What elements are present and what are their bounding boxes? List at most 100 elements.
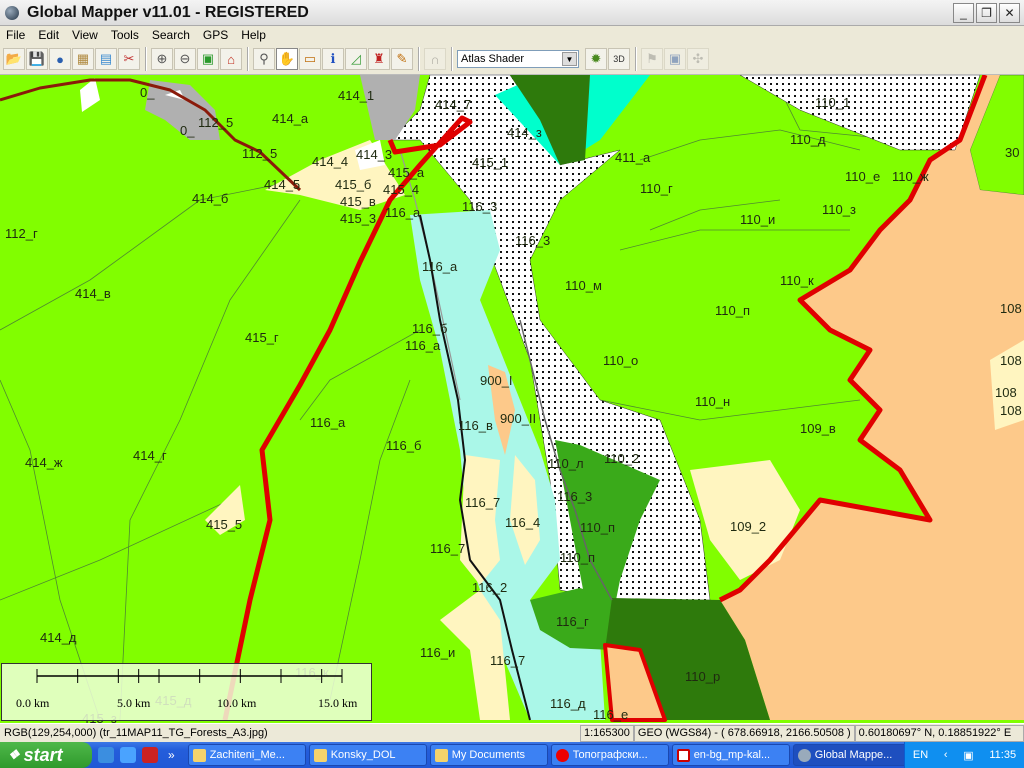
layers-icon: ▤ — [99, 51, 113, 66]
parcel-label: 116_2 — [472, 580, 507, 595]
menu-search[interactable]: Search — [146, 28, 197, 42]
measure-button[interactable]: ▭ — [299, 48, 321, 70]
parcel-label: 415_1 — [472, 155, 508, 170]
parcel-label: 110_е — [845, 169, 880, 184]
scale-label: 10.0 km — [217, 696, 257, 710]
clearing — [80, 78, 100, 112]
parcel-label: 116_7 — [490, 653, 525, 668]
parcel-label: 116_7 — [465, 495, 500, 510]
menu-gps[interactable]: GPS — [197, 28, 235, 42]
toolbar-separator — [247, 47, 249, 71]
uk-flag-icon[interactable] — [142, 747, 158, 763]
gps-button[interactable]: ✣ — [687, 48, 709, 70]
task-pdf[interactable]: en-bg_mp-kal... — [671, 744, 790, 766]
parcel-label: 0_ — [180, 123, 195, 138]
parcel-label: 116_в — [458, 418, 493, 433]
path-profile-button[interactable]: ♜ — [368, 48, 390, 70]
window-title: Global Mapper v11.01 - REGISTERED — [27, 3, 309, 21]
parcel-label: 415_г — [245, 330, 279, 345]
parcel-label: 414_5 — [264, 177, 300, 192]
chevron-down-icon[interactable]: ▼ — [562, 52, 577, 66]
menu-view[interactable]: View — [66, 28, 105, 42]
parcel-label: 30 — [1005, 145, 1019, 160]
shader-value: Atlas Shader — [461, 53, 524, 65]
zoom-out-button[interactable]: ⊖ — [174, 48, 196, 70]
measure-icon: ▭ — [303, 51, 317, 66]
digitizer-button[interactable]: ◿ — [345, 48, 367, 70]
map-view[interactable]: 0_ 0_ 112_5 414_а 414_1 414_7 414_з 112_5 414_4 4… — [0, 75, 1024, 723]
internet-explorer-icon[interactable] — [120, 747, 136, 763]
shader-dropdown[interactable]: Atlas Shader ▼ — [457, 50, 579, 68]
3d-view-disabled-button[interactable]: ∩ — [424, 48, 446, 70]
menu-help[interactable]: Help — [235, 28, 273, 42]
globe-icon: ● — [56, 51, 64, 67]
toolbar-separator — [451, 47, 453, 71]
parcel-label: 109_2 — [730, 519, 766, 534]
menu-tools[interactable]: Tools — [105, 28, 146, 42]
3d-view-disabled-icon: ∩ — [430, 51, 440, 67]
scale-bar: 0.0 km 5.0 km 10.0 km 15.0 km — [1, 663, 372, 721]
3d-view-button[interactable]: 3D — [608, 48, 630, 70]
zoom-out-icon: ⊖ — [179, 51, 191, 66]
parcel-label: 116_а — [405, 338, 441, 353]
restore-button[interactable]: ❐ — [976, 3, 997, 23]
pdf-icon — [676, 748, 690, 762]
task-my-documents[interactable]: My Documents — [429, 744, 548, 766]
task-global-mapper[interactable]: Global Mappe... — [792, 744, 911, 766]
clock: 11:35 — [989, 749, 1017, 761]
toolbar-separator — [635, 47, 637, 71]
more-quicklaunch-button[interactable]: » — [168, 748, 175, 762]
start-button[interactable]: ❖ start — [0, 742, 92, 768]
toolbar-separator — [145, 47, 147, 71]
pan-hand-icon: ✋ — [278, 51, 296, 66]
home-button[interactable]: ⌂ — [220, 48, 242, 70]
minimize-button[interactable]: _ — [953, 3, 974, 23]
map-canvas[interactable]: 0_0_112_5 414_а414_1414_7414_з112_5414_4 4… — [0, 75, 1024, 723]
scale-label: 15.0 km — [318, 696, 358, 710]
network-icon[interactable]: ▣ — [963, 749, 973, 762]
task-zachiteni[interactable]: Zachiteni_Me... — [187, 744, 306, 766]
parcel-label: 414_в — [75, 286, 111, 301]
parcel-boundary — [619, 229, 850, 251]
parcel-label: 414_1 — [338, 88, 374, 103]
menu-file[interactable]: File — [0, 28, 32, 42]
digitizer-icon: ◿ — [351, 51, 361, 66]
save-button[interactable]: 💾 — [26, 48, 48, 70]
task-konsky-dol[interactable]: Konsky_DOL — [308, 744, 427, 766]
flag-icon: ⚑ — [646, 51, 658, 66]
edit-button[interactable]: ✎ — [391, 48, 413, 70]
parcel-label: 414_7 — [435, 97, 471, 112]
language-indicator[interactable]: EN — [913, 749, 928, 761]
zoom-tool-button[interactable]: ⚲ — [253, 48, 275, 70]
parcel-label: 110_1 — [815, 95, 850, 110]
tools-button[interactable]: ✂ — [118, 48, 140, 70]
ie-settings-icon[interactable] — [98, 747, 114, 763]
parcel-label: 414_д — [40, 630, 77, 645]
open-button[interactable]: 📂 — [3, 48, 25, 70]
parcel-label: 112_г — [5, 226, 38, 241]
parcel-label: 110_л — [548, 456, 584, 471]
task-opera[interactable]: Топографски... — [550, 744, 669, 766]
close-button[interactable]: ✕ — [999, 3, 1020, 23]
pan-hand-button[interactable]: ✋ — [276, 48, 298, 70]
zoom-in-button[interactable]: ⊕ — [151, 48, 173, 70]
parcel-label: 415_3 — [340, 211, 376, 226]
parcel-label: 108 — [995, 385, 1017, 400]
layers-button[interactable]: ▤ — [95, 48, 117, 70]
config-icon: ▦ — [76, 51, 90, 66]
config-button[interactable]: ▦ — [72, 48, 94, 70]
parcel-label: 414_б — [192, 191, 228, 206]
globe-button[interactable]: ● — [49, 48, 71, 70]
parcel-label: 110_д — [790, 132, 826, 147]
menu-edit[interactable]: Edit — [32, 28, 66, 42]
parcel-label: 116_и — [420, 645, 455, 660]
parcel-label: 108 — [1000, 301, 1022, 316]
feature-info-button[interactable]: ℹ — [322, 48, 344, 70]
full-view-button[interactable]: ▣ — [197, 48, 219, 70]
shader-settings-button[interactable]: ✹ — [585, 48, 607, 70]
opera-icon — [555, 748, 569, 762]
tray-expand-icon[interactable]: ‹ — [944, 749, 948, 761]
display-button[interactable]: ▣ — [664, 48, 686, 70]
flag-button[interactable]: ⚑ — [641, 48, 663, 70]
scale-label: 0.0 km — [16, 696, 50, 710]
